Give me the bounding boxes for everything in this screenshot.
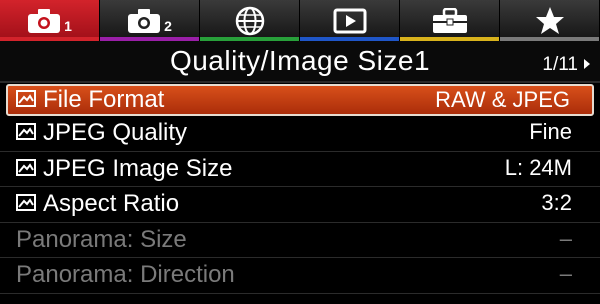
list-item-label: JPEG Image Size xyxy=(43,154,233,182)
toolbox-icon xyxy=(432,7,467,33)
list-item-aspect-ratio[interactable]: Aspect Ratio 3:2 xyxy=(0,187,600,223)
list-item-label: Panorama: Size xyxy=(16,225,187,253)
tab-setup[interactable] xyxy=(400,0,500,41)
image-settings-icon xyxy=(16,90,36,107)
list-item-panorama-direction: Panorama: Direction – xyxy=(0,258,600,294)
tab-shooting-2[interactable]: 2 xyxy=(100,0,200,41)
list-item-label: File Format xyxy=(43,86,165,113)
menu-header: Quality/Image Size1 1/11 xyxy=(0,41,600,83)
star-icon xyxy=(535,6,564,34)
menu-tab-bar: 1 2 xyxy=(0,0,600,41)
playback-icon xyxy=(333,8,366,33)
tab-shooting-1[interactable]: 1 xyxy=(0,0,100,41)
settings-list: File Format RAW & JPEG JPEG Quality Fine… xyxy=(0,84,600,294)
list-item-panorama-size: Panorama: Size – xyxy=(0,223,600,258)
image-settings-icon xyxy=(16,158,36,176)
list-item-value: – xyxy=(559,225,572,251)
page-indicator: 1/11 xyxy=(542,54,578,75)
camera-icon xyxy=(28,8,61,33)
list-item-value: RAW & JPEG xyxy=(435,87,570,112)
tab-number: 1 xyxy=(64,17,72,34)
list-item-value: L: 24M xyxy=(504,154,572,180)
list-item-jpeg-quality[interactable]: JPEG Quality Fine xyxy=(0,116,600,152)
list-item-label: Panorama: Direction xyxy=(16,261,235,288)
list-item-value: Fine xyxy=(529,119,572,144)
next-page-arrow-icon[interactable] xyxy=(584,59,590,69)
camera-icon xyxy=(128,8,161,33)
page-title: Quality/Image Size1 xyxy=(169,45,431,76)
image-settings-icon xyxy=(16,123,36,140)
tab-number: 2 xyxy=(164,17,172,34)
tab-network[interactable] xyxy=(200,0,300,41)
image-settings-icon xyxy=(16,194,36,211)
list-item-value: – xyxy=(559,261,572,286)
globe-icon xyxy=(235,6,264,35)
list-item-label: JPEG Quality xyxy=(43,119,188,146)
list-item-label: Aspect Ratio xyxy=(43,190,180,217)
list-item-file-format[interactable]: File Format RAW & JPEG xyxy=(6,84,594,116)
tab-playback[interactable] xyxy=(300,0,400,41)
list-item-jpeg-image-size[interactable]: JPEG Image Size L: 24M xyxy=(0,152,600,187)
tab-my-menu[interactable] xyxy=(500,0,600,41)
list-item-value: 3:2 xyxy=(541,190,572,215)
